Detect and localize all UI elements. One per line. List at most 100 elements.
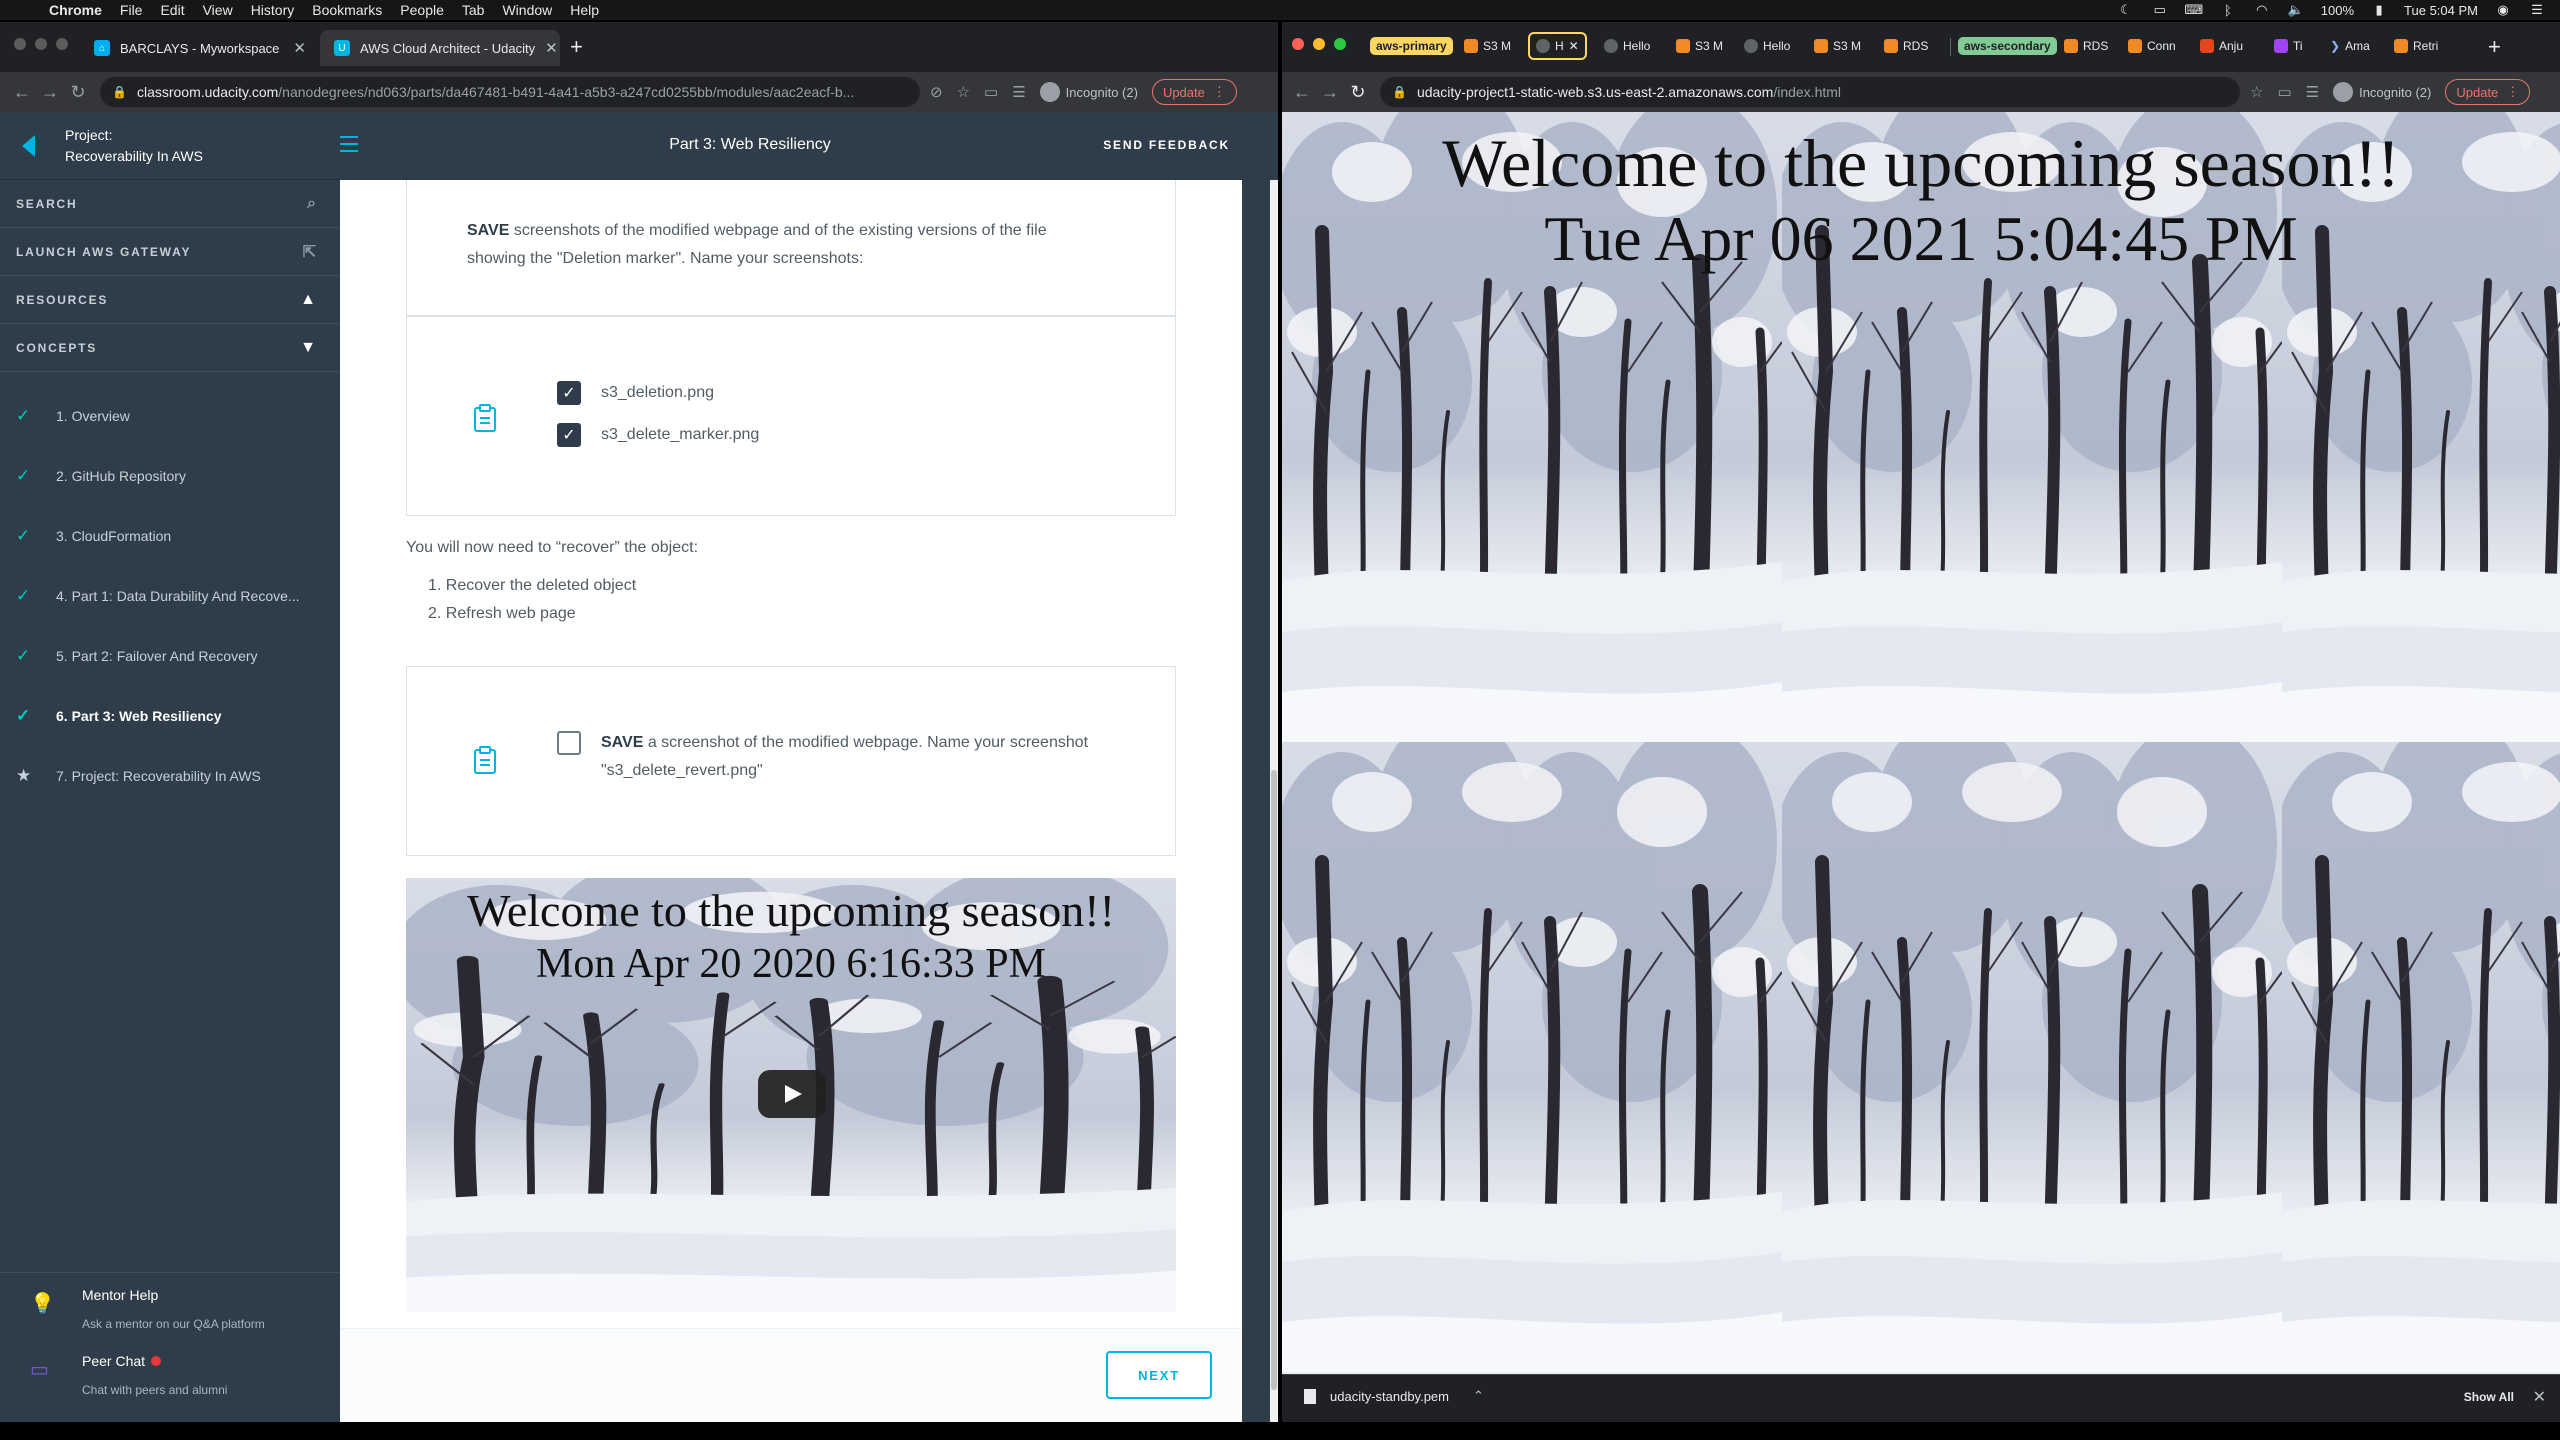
tracking-blocked-icon[interactable]: ⊘ bbox=[930, 83, 943, 101]
cast-icon[interactable]: ▭ bbox=[2277, 83, 2291, 101]
launch-aws-gateway-link[interactable]: LAUNCH AWS GATEWAY ⇱ bbox=[0, 228, 340, 276]
wifi-icon[interactable]: ◠ bbox=[2253, 2, 2271, 17]
moon-icon[interactable]: ☾ bbox=[2117, 2, 2135, 17]
tab-group-aws-secondary[interactable]: aws-secondary bbox=[1958, 34, 2057, 58]
checklist-item[interactable]: SAVE a screenshot of the modified webpag… bbox=[557, 731, 1088, 785]
menu-tab[interactable]: Tab bbox=[453, 0, 494, 20]
siri-icon[interactable]: ◉ bbox=[2494, 2, 2512, 17]
kebab-menu-icon[interactable]: ⋮ bbox=[2506, 84, 2519, 100]
tab-group-aws-primary[interactable]: aws-primary bbox=[1370, 34, 1453, 58]
tab-ti[interactable]: Ti bbox=[2274, 34, 2303, 58]
checklist-item[interactable]: ✓ s3_deletion.png bbox=[557, 381, 714, 405]
bookmark-star-icon[interactable]: ☆ bbox=[957, 83, 970, 101]
back-icon[interactable]: ← bbox=[8, 82, 36, 103]
close-window-icon[interactable] bbox=[14, 38, 26, 50]
zoom-window-icon[interactable] bbox=[1334, 38, 1346, 50]
back-icon[interactable]: ← bbox=[1288, 82, 1316, 103]
sidebar-search[interactable]: SEARCH ⌕ bbox=[0, 180, 340, 228]
download-item[interactable]: udacity-standby.pem ⌃ bbox=[1304, 1388, 1484, 1404]
tab-connect[interactable]: Conn bbox=[2128, 34, 2176, 58]
tab-barclays[interactable]: ⌂ BARCLAYS - Myworkspace ✕ bbox=[80, 30, 320, 66]
sidebar-item-part3[interactable]: ✓ 6. Part 3: Web Resiliency bbox=[0, 686, 340, 746]
close-tab-icon[interactable]: ✕ bbox=[1569, 39, 1579, 53]
menu-help[interactable]: Help bbox=[561, 0, 608, 20]
keyboard-icon[interactable]: ⌨ bbox=[2184, 2, 2203, 17]
cast-icon[interactable]: ▭ bbox=[984, 83, 998, 101]
tab-retrieve[interactable]: Retri bbox=[2394, 34, 2438, 58]
tab-hello[interactable]: Hello bbox=[1604, 34, 1650, 58]
checklist-item[interactable]: ✓ s3_delete_marker.png bbox=[557, 423, 759, 447]
sidebar-item-overview[interactable]: ✓ 1. Overview bbox=[0, 386, 340, 446]
tab-anju[interactable]: Anju bbox=[2200, 34, 2243, 58]
address-bar[interactable]: 🔒 classroom.udacity.com/nanodegrees/nd06… bbox=[100, 77, 920, 107]
video-player[interactable]: Welcome to the upcoming season!! Mon Apr… bbox=[406, 878, 1176, 1312]
chevron-up-icon[interactable]: ⌃ bbox=[1473, 1388, 1484, 1404]
show-all-button[interactable]: Show All bbox=[2464, 1390, 2514, 1404]
forward-icon[interactable]: → bbox=[36, 82, 64, 103]
menu-people[interactable]: People bbox=[391, 0, 453, 20]
forward-icon[interactable]: → bbox=[1316, 82, 1344, 103]
update-button[interactable]: Update ⋮ bbox=[2445, 79, 2531, 105]
menu-clock[interactable]: Tue 5:04 PM bbox=[2404, 3, 2478, 18]
menu-edit[interactable]: Edit bbox=[151, 0, 193, 20]
tab-udacity[interactable]: U AWS Cloud Architect - Udacity ✕ bbox=[320, 30, 560, 66]
back-arrow-icon[interactable] bbox=[22, 134, 35, 157]
close-tab-icon[interactable]: ✕ bbox=[293, 39, 306, 57]
peer-chat-link[interactable]: ▭ Peer Chat Chat with peers and alumni bbox=[0, 1353, 340, 1419]
update-button[interactable]: Update ⋮ bbox=[1151, 79, 1237, 105]
concepts-toggle[interactable]: CONCEPTS ▼ bbox=[0, 324, 340, 372]
scrollbar[interactable] bbox=[1242, 180, 1278, 1422]
close-tab-icon[interactable]: ✕ bbox=[545, 39, 558, 57]
close-icon[interactable]: ✕ bbox=[2533, 1387, 2546, 1407]
zoom-window-icon[interactable] bbox=[56, 38, 68, 50]
tab-s3[interactable]: S3 M bbox=[1464, 34, 1511, 58]
sidebar-item-project[interactable]: ★ 7. Project: Recoverability In AWS bbox=[0, 746, 340, 806]
menu-bookmarks[interactable]: Bookmarks bbox=[303, 0, 391, 20]
tab-active-hello[interactable]: H ✕ bbox=[1528, 32, 1587, 60]
menu-app-name[interactable]: Chrome bbox=[40, 0, 111, 20]
lock-icon[interactable]: 🔒 bbox=[1392, 85, 1407, 99]
checkbox-checked-icon[interactable]: ✓ bbox=[557, 381, 581, 405]
scrollbar-thumb[interactable] bbox=[1271, 770, 1277, 1390]
lock-icon[interactable]: 🔒 bbox=[112, 85, 127, 99]
menu-file[interactable]: File bbox=[111, 0, 152, 20]
reload-icon[interactable]: ↻ bbox=[1344, 82, 1372, 103]
minimize-window-icon[interactable] bbox=[35, 38, 47, 50]
tab-s3[interactable]: S3 M bbox=[1814, 34, 1861, 58]
menu-window[interactable]: Window bbox=[493, 0, 561, 20]
tab-hello[interactable]: Hello bbox=[1744, 34, 1790, 58]
tab-amazon[interactable]: ❯ Ama bbox=[2330, 34, 2370, 58]
incognito-indicator[interactable]: Incognito (2) bbox=[2333, 82, 2431, 102]
sidebar-item-part1[interactable]: ✓ 4. Part 1: Data Durability And Recove..… bbox=[0, 566, 340, 626]
menu-view[interactable]: View bbox=[194, 0, 242, 20]
incognito-indicator[interactable]: Incognito (2) bbox=[1039, 82, 1138, 102]
sidebar-item-part2[interactable]: ✓ 5. Part 2: Failover And Recovery bbox=[0, 626, 340, 686]
tab-rds[interactable]: RDS bbox=[2064, 34, 2108, 58]
send-feedback-button[interactable]: SEND FEEDBACK bbox=[1103, 138, 1230, 152]
checkbox-checked-icon[interactable]: ✓ bbox=[557, 423, 581, 447]
address-bar[interactable]: 🔒 udacity-project1-static-web.s3.us-east… bbox=[1380, 77, 2240, 107]
tab-s3[interactable]: S3 M bbox=[1676, 34, 1723, 58]
mentor-help-link[interactable]: 💡 Mentor Help Ask a mentor on our Q&A pla… bbox=[0, 1287, 340, 1353]
minimize-window-icon[interactable] bbox=[1313, 38, 1325, 50]
new-tab-icon[interactable]: + bbox=[2488, 36, 2501, 58]
play-button-icon[interactable] bbox=[758, 1070, 826, 1118]
volume-icon[interactable]: 🔈 bbox=[2287, 2, 2305, 17]
reading-list-icon[interactable]: ☰ bbox=[1012, 83, 1025, 101]
sidebar-item-github-repository[interactable]: ✓ 2. GitHub Repository bbox=[0, 446, 340, 506]
airplay-icon[interactable]: ▭ bbox=[2151, 2, 2169, 17]
resources-toggle[interactable]: RESOURCES ▲ bbox=[0, 276, 340, 324]
reading-list-icon[interactable]: ☰ bbox=[2306, 83, 2319, 101]
reload-icon[interactable]: ↻ bbox=[64, 82, 92, 103]
menu-history[interactable]: History bbox=[242, 0, 304, 20]
kebab-menu-icon[interactable]: ⋮ bbox=[1213, 84, 1226, 100]
bookmark-star-icon[interactable]: ☆ bbox=[2250, 83, 2263, 101]
bluetooth-icon[interactable]: ᛒ bbox=[2219, 3, 2237, 18]
checkbox-unchecked-icon[interactable] bbox=[557, 731, 581, 755]
battery-icon[interactable]: ▮ bbox=[2370, 2, 2388, 17]
tab-rds[interactable]: RDS bbox=[1884, 34, 1928, 58]
control-center-icon[interactable]: ☰ bbox=[2528, 2, 2546, 17]
next-button[interactable]: NEXT bbox=[1106, 1351, 1212, 1399]
new-tab-icon[interactable]: + bbox=[570, 36, 583, 58]
sidebar-project-header[interactable]: Project: Recoverability In AWS bbox=[0, 112, 340, 180]
